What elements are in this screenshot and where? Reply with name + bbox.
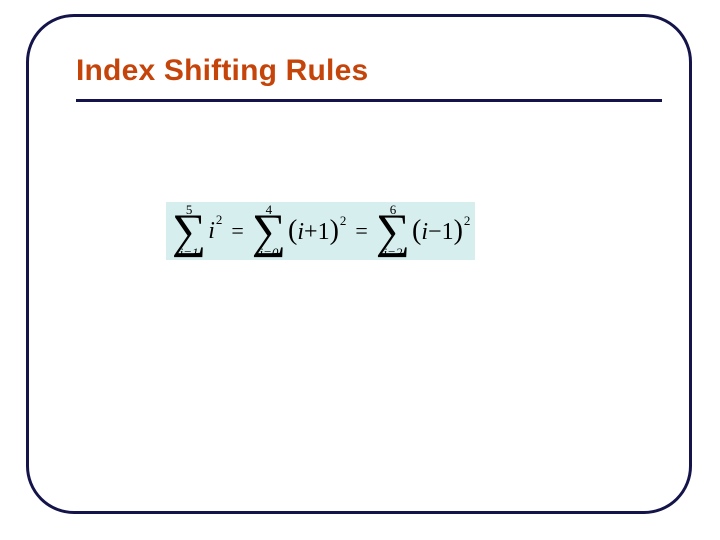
slide-title: Index Shifting Rules [76,54,368,88]
sum-3-op: − [428,219,442,245]
sum-2-op: + [304,219,318,245]
formula: 5 ∑ i=1 i2 = 4 ∑ i=0 (i+1)2 = 6 ∑ i=2 (i… [166,202,475,260]
title-underline [76,99,662,102]
sum-2-rparen: ) [330,215,339,246]
equals-1: = [231,218,243,244]
sum-2-term: (i+1)2 [288,215,345,247]
equals-2: = [355,218,367,244]
sum-1-term: i2 [208,218,221,245]
sum-2: 4 ∑ i=0 [252,203,286,259]
sum-1: 5 ∑ i=1 [172,203,206,259]
sum-2-lparen: ( [288,215,297,246]
sum-3: 6 ∑ i=2 [376,203,410,259]
sum-1-base: i [208,218,215,244]
sum-1-exp: 2 [216,212,223,227]
slide-frame [26,14,692,514]
sum-2-exp: 2 [340,213,347,228]
sum-3-rparen: ) [454,215,463,246]
sum-2-num: 1 [318,219,330,245]
sum-3-lparen: ( [412,215,421,246]
sum-3-exp: 2 [464,213,471,228]
sum-3-term: (i−1)2 [412,215,469,247]
sum-3-num: 1 [442,219,454,245]
